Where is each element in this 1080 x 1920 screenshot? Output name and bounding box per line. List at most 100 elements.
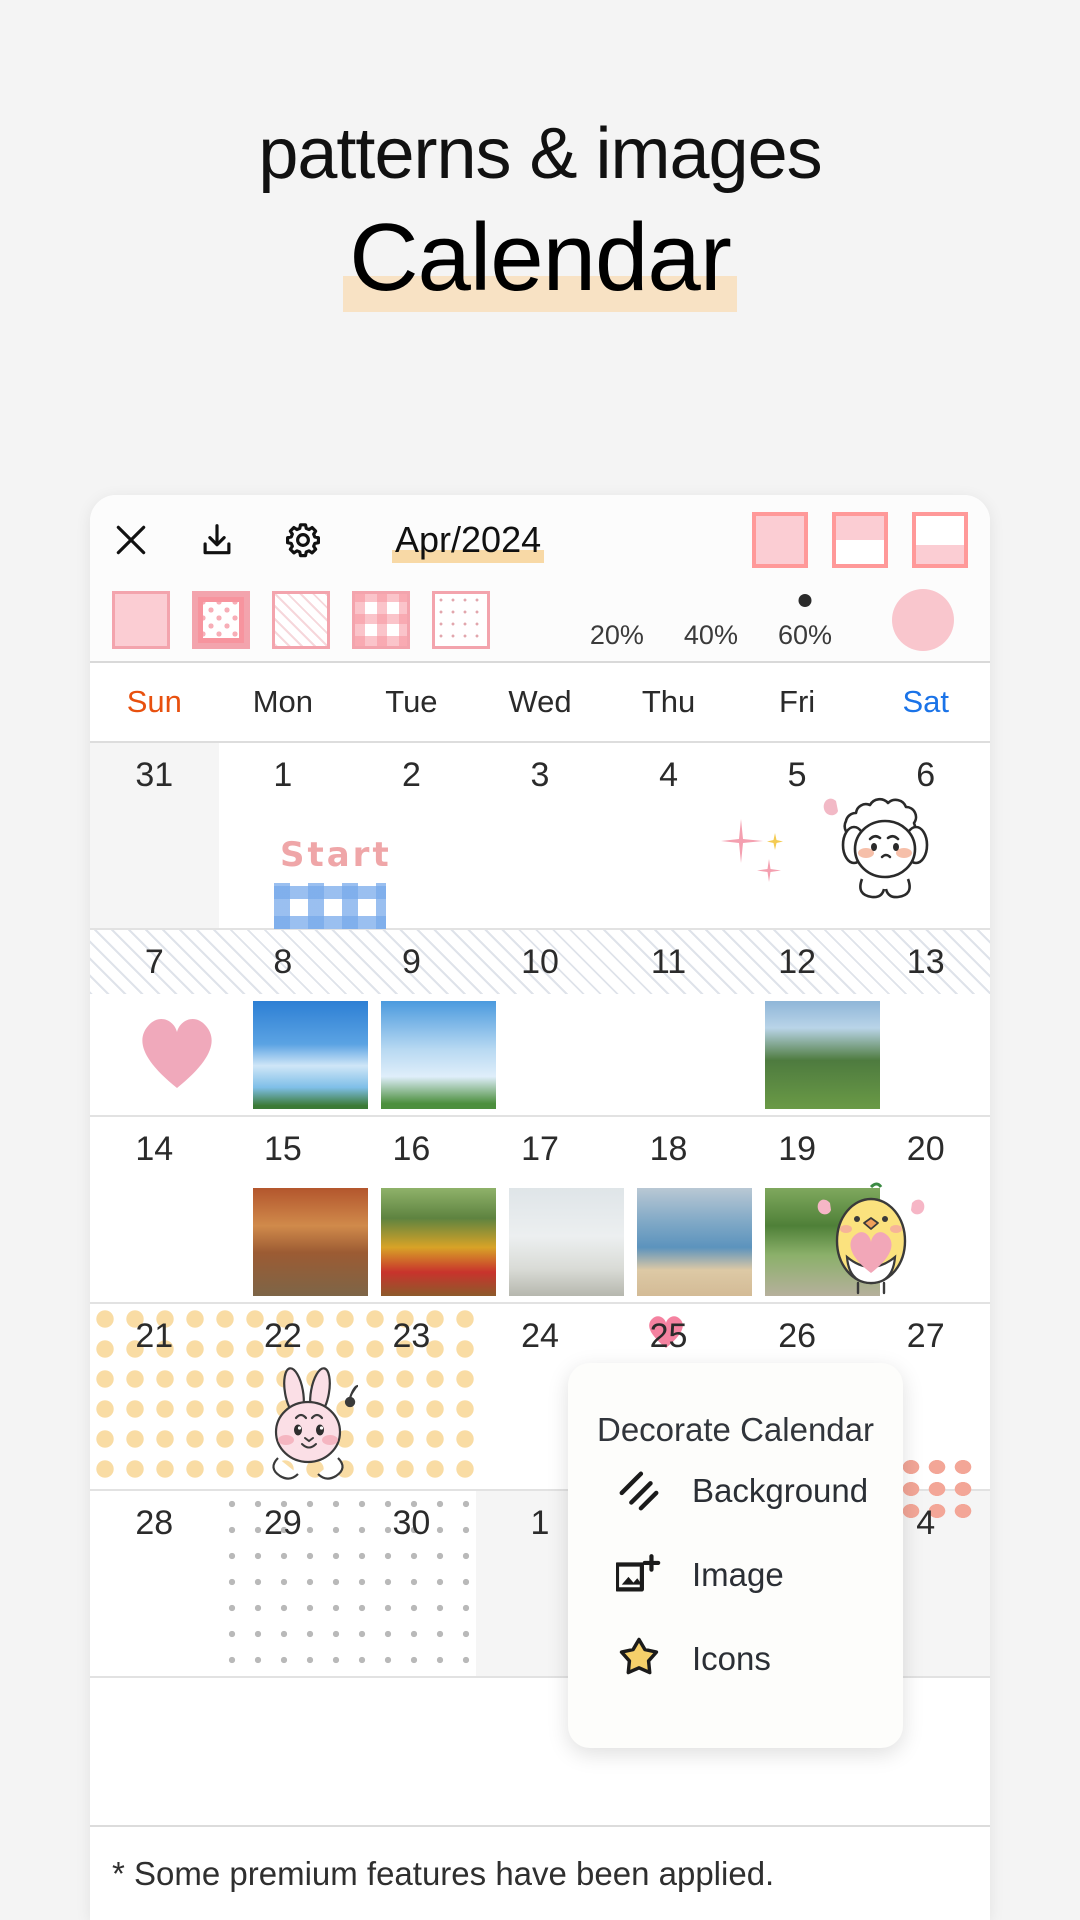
premium-note: * Some premium features have been applie…: [90, 1825, 990, 1920]
close-icon[interactable]: [112, 521, 150, 559]
day-cell[interactable]: 6: [861, 756, 990, 795]
day-cell[interactable]: 17: [476, 1130, 605, 1169]
color-swatch-button[interactable]: [892, 589, 954, 651]
opacity-option-20[interactable]: 20%: [590, 620, 644, 651]
fill-top-half-swatch[interactable]: [832, 512, 888, 568]
popup-item-label: Background: [692, 1472, 869, 1509]
gear-icon[interactable]: [284, 521, 322, 559]
add-image-icon: [616, 1554, 661, 1592]
promo-title: Calendar: [349, 204, 732, 311]
day-number-row: 14 15 16 17 18 19 20: [90, 1117, 990, 1181]
day-photo[interactable]: [253, 1188, 368, 1296]
promo-heading: patterns & images Calendar: [0, 0, 1080, 312]
day-cell[interactable]: 23: [347, 1317, 476, 1356]
opacity-label-20: 20%: [589, 620, 644, 650]
pattern-polka-dot-swatch[interactable]: [192, 591, 250, 649]
day-number-row: 21 22 23 24 25 26 27: [90, 1304, 990, 1368]
opacity-option-60[interactable]: 60%: [777, 594, 832, 651]
day-cell[interactable]: 8: [219, 943, 348, 982]
app-card: Apr/2024 20% 40% 60% Sun Mon Tue Wed Thu…: [90, 495, 990, 1920]
day-cell[interactable]: 14: [90, 1130, 219, 1169]
weekday-mon: Mon: [252, 684, 313, 719]
download-icon[interactable]: [198, 521, 236, 559]
fill-bottom-half-swatch[interactable]: [912, 512, 968, 568]
popup-title: Decorate Calendar: [597, 1411, 874, 1448]
popup-item-image[interactable]: Image: [568, 1533, 903, 1617]
calendar-week-row: 14 15 16 17 18 19 20: [90, 1117, 990, 1304]
pattern-gingham-swatch[interactable]: [352, 591, 410, 649]
weekday-wed: Wed: [508, 684, 572, 719]
day-cell[interactable]: 20: [861, 1130, 990, 1169]
popup-item-icons[interactable]: Icons: [568, 1617, 903, 1701]
day-cell[interactable]: 7: [90, 943, 219, 982]
opacity-group: 20% 40% 60%: [590, 589, 968, 651]
day-photo[interactable]: [381, 1188, 496, 1296]
day-cell[interactable]: 10: [476, 943, 605, 982]
day-cell[interactable]: 11: [604, 943, 733, 982]
decorate-calendar-popup: Decorate Calendar Background Image Icons: [568, 1363, 903, 1748]
star-icon: [619, 1637, 659, 1675]
pattern-diagonal-stripe-swatch[interactable]: [272, 591, 330, 649]
day-cell[interactable]: 21: [90, 1317, 219, 1356]
day-cell[interactable]: 2: [347, 756, 476, 795]
day-cell[interactable]: 25: [604, 1317, 733, 1356]
premium-note-text: * Some premium features have been applie…: [112, 1854, 775, 1892]
toolbar-primary: Apr/2024: [90, 495, 990, 585]
day-cell[interactable]: 5: [733, 756, 862, 795]
day-cell[interactable]: 19: [733, 1130, 862, 1169]
day-photo[interactable]: [509, 1188, 624, 1296]
fill-full-swatch[interactable]: [752, 512, 808, 568]
day-cell[interactable]: 26: [733, 1317, 862, 1356]
day-cell[interactable]: 28: [90, 1504, 219, 1543]
popup-item-label: Image: [692, 1556, 784, 1593]
day-cell[interactable]: 29: [219, 1504, 348, 1543]
month-selector[interactable]: Apr/2024: [392, 519, 545, 563]
start-label: Start: [280, 835, 392, 875]
promo-title-wrap: Calendar: [343, 204, 737, 312]
heart-sticker: [142, 1019, 212, 1088]
weekday-sun: Sun: [126, 684, 182, 719]
calendar-week-row: 7 8 9 10 11 12 13: [90, 930, 990, 1117]
day-cell[interactable]: 31: [90, 756, 219, 795]
weekday-sat: Sat: [902, 684, 949, 719]
day-number-row: 31 1 2 3 4 5 6: [90, 743, 990, 807]
day-cell[interactable]: 18: [604, 1130, 733, 1169]
chick-sticker: [817, 1182, 925, 1295]
day-cell[interactable]: 13: [861, 943, 990, 982]
day-cell[interactable]: 4: [604, 756, 733, 795]
weekday-header: Sun Mon Tue Wed Thu Fri Sat: [90, 663, 990, 743]
opacity-label-40: 40%: [683, 620, 738, 650]
day-number-row: 7 8 9 10 11 12 13: [90, 930, 990, 994]
fill-style-group: [752, 512, 968, 568]
day-cell[interactable]: 3: [476, 756, 605, 795]
day-photo[interactable]: [765, 1001, 880, 1109]
popup-item-background[interactable]: Background: [568, 1449, 903, 1533]
popup-item-label: Icons: [692, 1640, 771, 1677]
opacity-selected-indicator: [798, 594, 812, 607]
weekday-fri: Fri: [779, 684, 816, 719]
day-cell[interactable]: 1: [219, 756, 348, 795]
weekday-tue: Tue: [385, 684, 438, 719]
opacity-label-60: 60%: [777, 620, 832, 650]
day-cell[interactable]: 24: [476, 1317, 605, 1356]
day-cell[interactable]: 15: [219, 1130, 348, 1169]
toolbar-patterns: 20% 40% 60%: [90, 585, 990, 663]
pattern-mini-dot-swatch[interactable]: [432, 591, 490, 649]
day-photo[interactable]: [253, 1001, 368, 1109]
day-cell[interactable]: 30: [347, 1504, 476, 1543]
month-label: Apr/2024: [395, 519, 542, 560]
blue-gingham-decoration: [274, 883, 386, 929]
opacity-option-40[interactable]: 40%: [684, 620, 738, 651]
toolbar-icon-group: [112, 521, 322, 559]
day-photo[interactable]: [381, 1001, 496, 1109]
day-cell[interactable]: 9: [347, 943, 476, 982]
day-cell[interactable]: 12: [733, 943, 862, 982]
day-photo[interactable]: [637, 1188, 752, 1296]
day-cell[interactable]: 27: [861, 1317, 990, 1356]
pattern-solid-swatch[interactable]: [112, 591, 170, 649]
day-cell[interactable]: 22: [219, 1317, 348, 1356]
day-cell[interactable]: 16: [347, 1130, 476, 1169]
calendar-week-row: Start 31 1 2 3 4 5 6: [90, 743, 990, 930]
promo-subtitle: patterns & images: [258, 114, 822, 194]
rabbit-sticker: [272, 1367, 359, 1480]
